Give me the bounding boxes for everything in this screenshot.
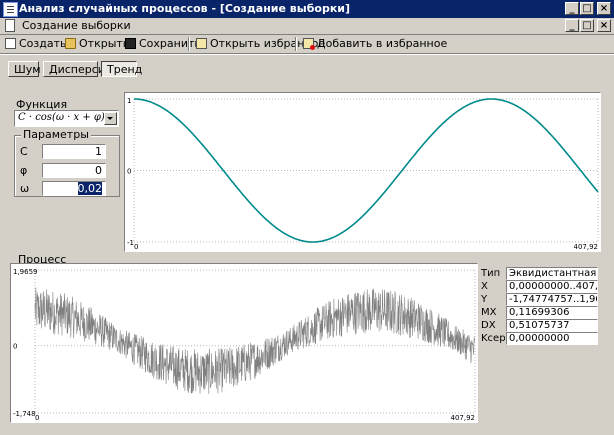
document-title: Создание выборки bbox=[22, 19, 131, 32]
minimize-button[interactable]: _ bbox=[565, 2, 579, 15]
doc-minimize-button[interactable]: _ bbox=[565, 19, 579, 32]
toolbar-separator bbox=[188, 37, 190, 51]
add-favorite-icon bbox=[303, 38, 315, 50]
toolbar: Создать Открыть Сохранить Открыть избран… bbox=[0, 35, 614, 52]
param-label-phi: φ bbox=[20, 164, 28, 177]
doc-restore-button[interactable]: □ bbox=[580, 19, 594, 32]
info-value-mx: 0,11699306 bbox=[506, 306, 598, 319]
dropdown-button[interactable] bbox=[104, 112, 117, 125]
x-tick-label-end: 407,92 bbox=[574, 243, 599, 251]
chevron-down-icon bbox=[107, 117, 113, 120]
y-tick-label-bottom: -1 bbox=[127, 239, 134, 247]
tab-noise[interactable]: Шум bbox=[8, 61, 41, 77]
info-label-dx: DX bbox=[481, 320, 496, 331]
app-icon bbox=[3, 2, 18, 17]
param-phi-input[interactable]: 0 bbox=[42, 163, 106, 178]
info-value-y: -1,74774757..1,966875 bbox=[506, 293, 598, 306]
open-button[interactable]: Открыть bbox=[65, 36, 129, 52]
param-c-input[interactable]: 1 bbox=[42, 144, 106, 159]
document-bar: Создание выборки _ □ × bbox=[0, 18, 614, 35]
trend-chart: 10-1 0 407,92 bbox=[127, 97, 599, 251]
param-label-c: C bbox=[20, 145, 28, 158]
document-icon bbox=[5, 19, 15, 32]
doc-close-button[interactable]: × bbox=[597, 19, 611, 32]
process-chart: 1,96590-1,748 0 407,92 bbox=[13, 268, 476, 422]
favorites-icon bbox=[196, 38, 207, 49]
param-c-value: 1 bbox=[95, 145, 102, 158]
y-tick-label-top: 1,9659 bbox=[13, 268, 38, 276]
open-label: Открыть bbox=[79, 37, 130, 50]
y-tick-label-zero: 0 bbox=[127, 168, 131, 176]
window-title: Анализ случайных процессов - [Создание в… bbox=[19, 2, 351, 15]
x-tick-label-start: 0 bbox=[134, 243, 138, 251]
info-value-kcor: 0,00000000 bbox=[506, 332, 598, 345]
title-bar[interactable]: Анализ случайных процессов - [Создание в… bbox=[0, 0, 614, 18]
trend-chart-frame: 1 0 -1 0 407,92 bbox=[124, 92, 601, 252]
function-select-value: C · cos(ω · x + φ) bbox=[18, 112, 105, 123]
process-chart-frame: 1,9659 0 -1,748 0 407,92 bbox=[10, 263, 478, 423]
tab-trend[interactable]: Тренд bbox=[101, 61, 142, 77]
y-tick-label-top: 1 bbox=[127, 97, 131, 105]
add-favorites-label: Добавить в избранное bbox=[317, 37, 448, 50]
info-label-type: Тип bbox=[481, 268, 501, 279]
param-omega-input[interactable]: 0,02 bbox=[42, 181, 106, 196]
create-label: Создать bbox=[19, 37, 67, 50]
save-label: Сохранить bbox=[139, 37, 201, 50]
info-label-y: Y bbox=[481, 294, 488, 305]
info-label-kcor: Kсер. bbox=[481, 333, 509, 344]
info-value-x: 0,00000000..407,91840 bbox=[506, 280, 598, 293]
create-button[interactable]: Создать bbox=[5, 36, 67, 52]
x-tick-label-end: 407,92 bbox=[451, 414, 476, 422]
new-document-icon bbox=[5, 38, 16, 49]
tab-dispersion[interactable]: Дисперсия bbox=[43, 61, 112, 77]
info-label-mx: MX bbox=[481, 307, 497, 318]
floppy-disk-icon bbox=[125, 38, 136, 49]
process-series-line bbox=[34, 287, 475, 394]
maximize-button[interactable]: □ bbox=[580, 2, 594, 15]
add-favorites-button[interactable]: Добавить в избранное bbox=[303, 36, 447, 52]
toolbar-separator bbox=[295, 37, 297, 51]
params-title: Параметры bbox=[21, 128, 91, 141]
function-select[interactable]: C · cos(ω · x + φ) bbox=[14, 110, 119, 127]
info-value-dx: 0,51075737 bbox=[506, 319, 598, 332]
y-tick-label-zero: 0 bbox=[13, 343, 17, 351]
param-omega-value: 0,02 bbox=[77, 182, 102, 195]
info-label-x: X bbox=[481, 281, 488, 292]
y-tick-label-bottom: -1,748 bbox=[13, 410, 36, 418]
folder-icon bbox=[65, 38, 76, 49]
toolbar-divider bbox=[0, 53, 614, 55]
x-tick-label-start: 0 bbox=[35, 414, 39, 422]
info-value-type: Эквидистантная, 5000 bbox=[506, 267, 598, 280]
param-phi-value: 0 bbox=[95, 164, 102, 177]
param-label-omega: ω bbox=[20, 182, 30, 195]
close-button[interactable]: × bbox=[597, 2, 611, 15]
